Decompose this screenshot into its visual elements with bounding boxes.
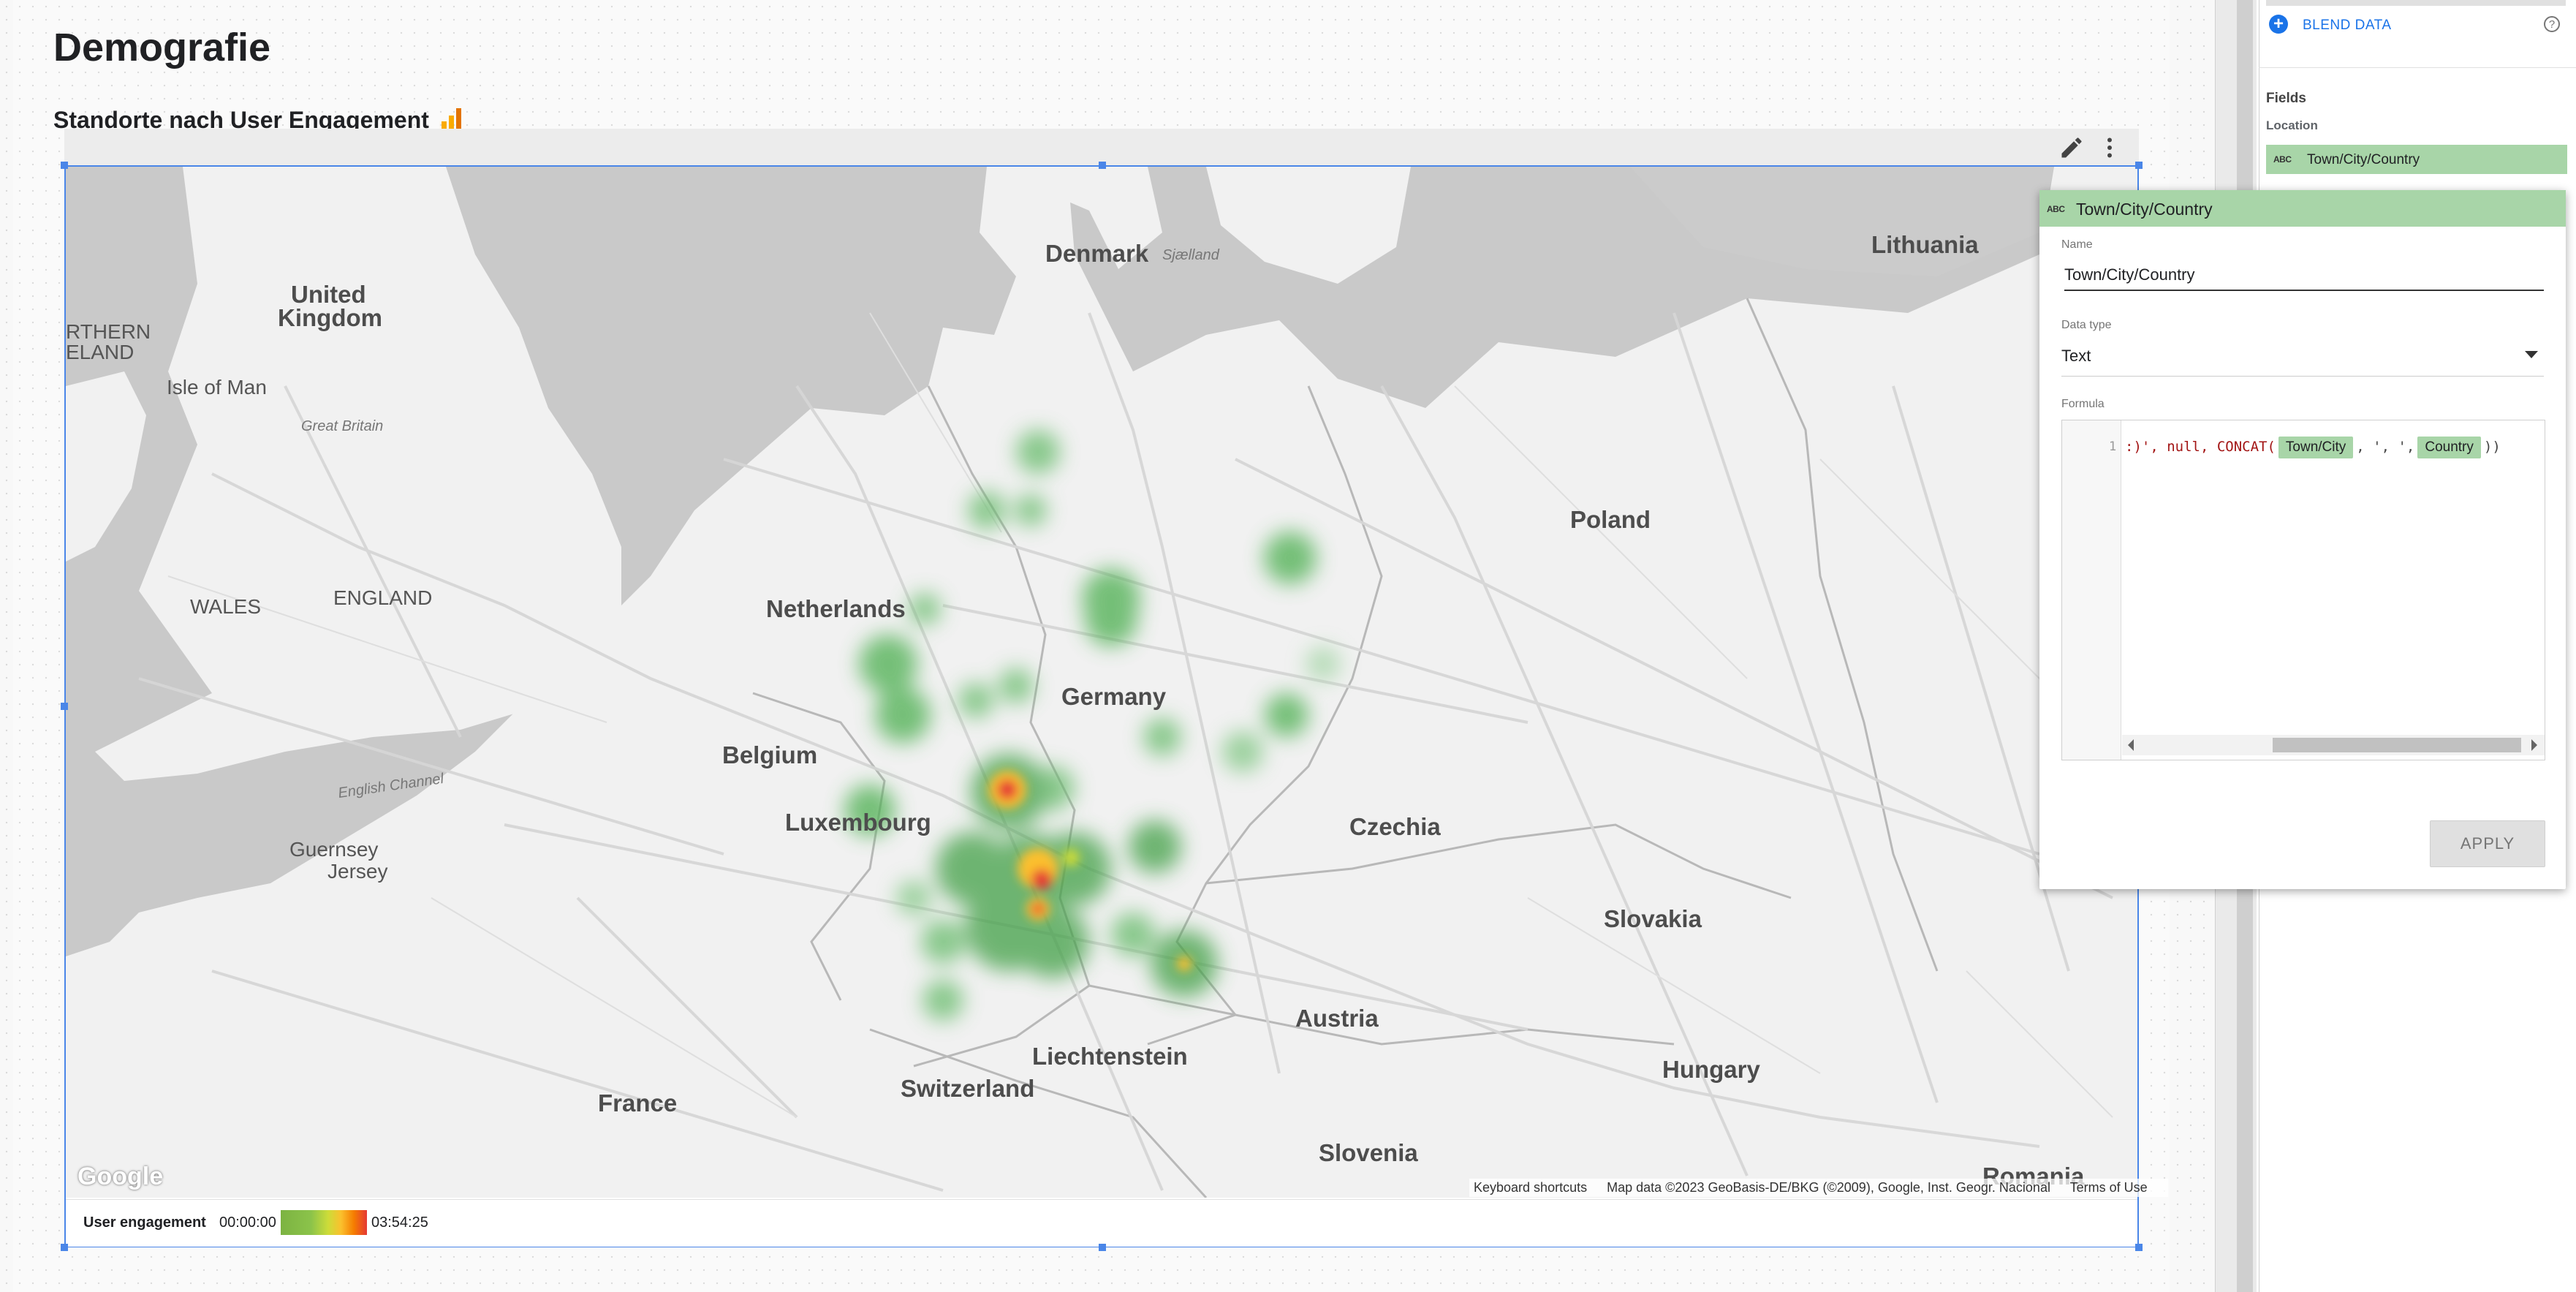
fields-section-label: Fields	[2266, 91, 2306, 106]
data-type-underline	[2061, 376, 2544, 377]
map-label-jersey: Jersey	[327, 860, 388, 883]
more-vert-icon[interactable]	[2096, 135, 2123, 161]
editor-hscroll-thumb[interactable]	[2273, 738, 2521, 752]
legend-max: 03:54:25	[371, 1214, 428, 1231]
add-circle-icon[interactable]: +	[2269, 15, 2288, 34]
map-label-wales: WALES	[190, 595, 261, 618]
panel-divider	[2259, 67, 2576, 68]
resize-handle-nw[interactable]	[61, 162, 68, 169]
name-field[interactable]	[2064, 260, 2544, 291]
apply-button[interactable]: APPLY	[2430, 820, 2545, 867]
data-type-select[interactable]: Text	[2061, 347, 2091, 366]
resize-handle-w[interactable]	[61, 703, 68, 710]
resize-handle-se[interactable]	[2135, 1244, 2143, 1251]
name-label: Name	[2061, 238, 2093, 251]
map-label-slovakia: Slovakia	[1604, 905, 1702, 932]
resize-handle-s[interactable]	[1099, 1244, 1106, 1251]
google-analytics-icon	[442, 108, 461, 129]
map-label-guernsey: Guernsey	[289, 838, 379, 861]
help-icon[interactable]: ?	[2544, 16, 2560, 32]
map-label-ireland: ELAND	[66, 341, 135, 363]
field-token-town-city[interactable]: Town/City	[2278, 437, 2354, 458]
blend-data-button[interactable]: BLEND DATA	[2303, 18, 2392, 34]
legend-title: User engagement	[83, 1214, 206, 1231]
map-label-kingdom: Kingdom	[278, 304, 382, 331]
popover-title: Town/City/Country	[2076, 200, 2213, 219]
map-label-czechia: Czechia	[1349, 813, 1441, 840]
popover-header: ABC Town/City/Country	[2039, 190, 2566, 227]
map-label-denmark: Denmark	[1045, 240, 1149, 267]
line-number-gutter	[2062, 420, 2121, 760]
resize-handle-ne[interactable]	[2135, 162, 2143, 169]
text-type-icon: ABC	[2273, 154, 2292, 165]
text-type-icon: ABC	[2047, 204, 2065, 214]
map-label-isle-of-man: Isle of Man	[167, 376, 267, 398]
data-type-label: Data type	[2061, 319, 2112, 331]
line-number: 1	[2109, 439, 2117, 454]
legend-min: 00:00:00	[219, 1214, 276, 1231]
code-prefix: :)', null, CONCAT(	[2125, 439, 2276, 455]
color-legend: User engagement 00:00:00 03:54:25	[66, 1199, 2137, 1247]
map-label-germany: Germany	[1061, 683, 1167, 710]
formula-editor[interactable]: 1 :)', null, CONCAT(Town/City, ', ', Coun…	[2061, 420, 2545, 760]
map-label-netherlands: Netherlands	[766, 595, 906, 622]
resize-handle-n[interactable]	[1099, 162, 1106, 169]
keyboard-shortcuts-link[interactable]: Keyboard shortcuts	[1474, 1180, 1587, 1195]
scroll-right-icon[interactable]	[2531, 739, 2537, 751]
map-footer: Keyboard shortcuts Map data ©2023 GeoBas…	[1469, 1179, 2168, 1197]
code-separator: , ', ',	[2356, 439, 2415, 455]
page-title: Demografie	[53, 26, 271, 69]
terms-of-use-link[interactable]: Terms of Use	[2070, 1180, 2148, 1195]
map-label-france: France	[598, 1089, 678, 1117]
panel-top-bar	[2266, 0, 2566, 6]
chart-toolbar	[64, 129, 2139, 165]
map-label-liechtenstein: Liechtenstein	[1032, 1043, 1188, 1070]
map-attribution: Map data ©2023 GeoBasis-DE/BKG (©2009), …	[1607, 1180, 2050, 1195]
map-label-poland: Poland	[1570, 506, 1651, 533]
map-label-great-britain: Great Britain	[301, 418, 384, 434]
map-label-lithuania: Lithuania	[1871, 231, 1979, 258]
field-chip-label: Town/City/Country	[2307, 152, 2420, 167]
map-label-austria: Austria	[1295, 1005, 1379, 1032]
map-label-belgium: Belgium	[722, 741, 818, 768]
location-label: Location	[2266, 118, 2318, 132]
location-field-chip[interactable]: ABC Town/City/Country	[2266, 145, 2567, 174]
google-logo: Google	[77, 1163, 164, 1190]
formula-label: Formula	[2061, 398, 2105, 410]
heatmap-map[interactable]: Denmark Sjælland Lithuania United Kingdo…	[66, 167, 2137, 1198]
edit-field-popover: ABC Town/City/Country Name Data type Tex…	[2039, 190, 2566, 889]
pencil-icon[interactable]	[2058, 135, 2085, 161]
dropdown-arrow-icon[interactable]	[2525, 351, 2538, 358]
scroll-left-icon[interactable]	[2128, 739, 2134, 751]
map-label-sjaelland: Sjælland	[1162, 247, 1219, 263]
editor-hscrollbar[interactable]	[2122, 735, 2545, 755]
map-label-slovenia: Slovenia	[1319, 1139, 1418, 1166]
map-label-switzerland: Switzerland	[901, 1075, 1035, 1102]
code-suffix: ))	[2483, 439, 2501, 455]
legend-gradient	[281, 1210, 367, 1235]
field-token-country[interactable]: Country	[2417, 437, 2481, 458]
map-label-england: ENGLAND	[333, 586, 433, 609]
map-label-luxembourg: Luxembourg	[785, 809, 931, 836]
formula-code[interactable]: :)', null, CONCAT(Town/City, ', ', Countr…	[2125, 437, 2501, 458]
map-label-hungary: Hungary	[1662, 1056, 1760, 1083]
resize-handle-sw[interactable]	[61, 1244, 68, 1251]
